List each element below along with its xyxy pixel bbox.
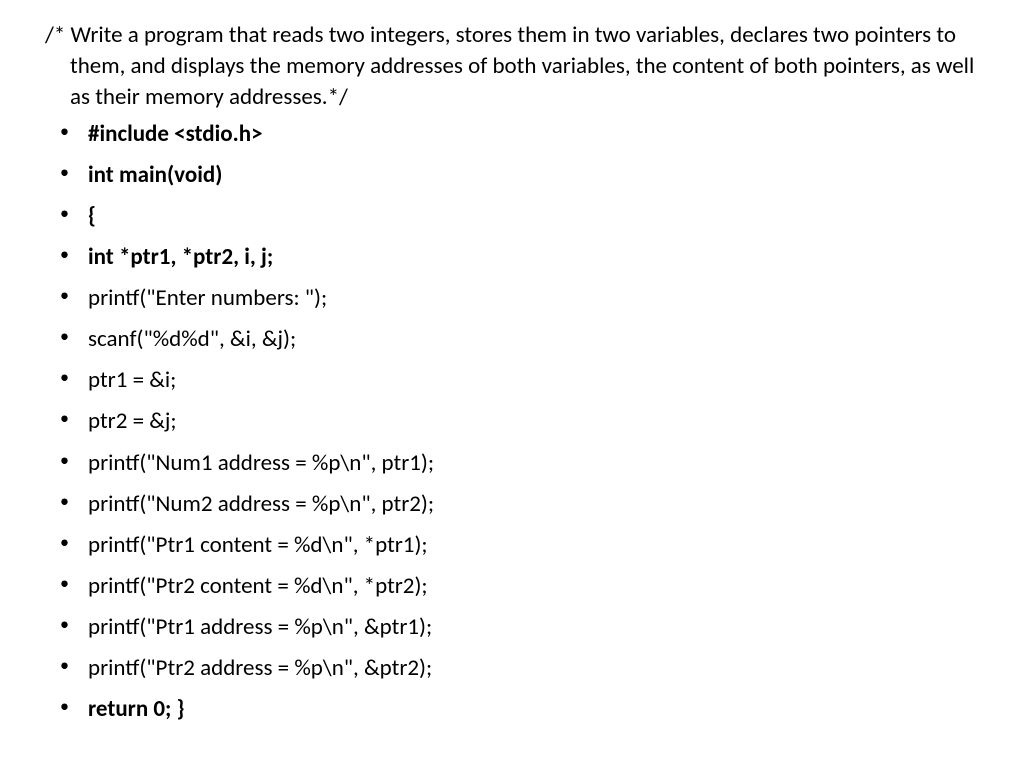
code-line: printf("Ptr2 address = %p\n", &ptr2); [30, 653, 994, 684]
code-text: scanf("%d%d", &i, &j); [88, 325, 296, 353]
code-line: printf("Num1 address = %p\n", ptr1); [30, 448, 994, 479]
code-line: #include <stdio.h> [30, 119, 994, 150]
code-line: int *ptr1, *ptr2, i, j; [30, 242, 994, 273]
code-text: #include <stdio.h> [88, 120, 263, 148]
code-line: printf("Num2 address = %p\n", ptr2); [30, 489, 994, 520]
code-text: printf("Ptr2 content = %d\n", *ptr2); [88, 572, 428, 600]
code-text: printf("Ptr2 address = %p\n", &ptr2); [88, 654, 432, 682]
code-line: { [30, 201, 994, 232]
code-line: ptr1 = &i; [30, 365, 994, 396]
code-text: printf("Ptr1 content = %d\n", *ptr1); [88, 531, 428, 559]
code-text: ptr2 = &j; [88, 407, 177, 435]
code-text: int main(void) [88, 161, 222, 189]
code-list: #include <stdio.h> int main(void) { int *pt… [30, 119, 994, 725]
code-text: return 0; } [88, 695, 184, 723]
code-text: { [88, 202, 96, 230]
code-line: ptr2 = &j; [30, 406, 994, 437]
code-line: scanf("%d%d", &i, &j); [30, 324, 994, 355]
code-line: printf("Enter numbers: "); [30, 283, 994, 314]
code-comment: /* Write a program that reads two intege… [30, 20, 994, 113]
code-line: int main(void) [30, 160, 994, 191]
code-line: printf("Ptr2 content = %d\n", *ptr2); [30, 571, 994, 602]
code-text: int *ptr1, *ptr2, i, j; [88, 243, 273, 271]
code-text: printf("Enter numbers: "); [88, 284, 327, 312]
code-text: ptr1 = &i; [88, 366, 176, 394]
code-line: printf("Ptr1 content = %d\n", *ptr1); [30, 530, 994, 561]
code-line: return 0; } [30, 694, 994, 725]
code-text: printf("Ptr1 address = %p\n", &ptr1); [88, 613, 432, 641]
code-text: printf("Num2 address = %p\n", ptr2); [88, 490, 434, 518]
code-text: printf("Num1 address = %p\n", ptr1); [88, 449, 434, 477]
code-line: printf("Ptr1 address = %p\n", &ptr1); [30, 612, 994, 643]
